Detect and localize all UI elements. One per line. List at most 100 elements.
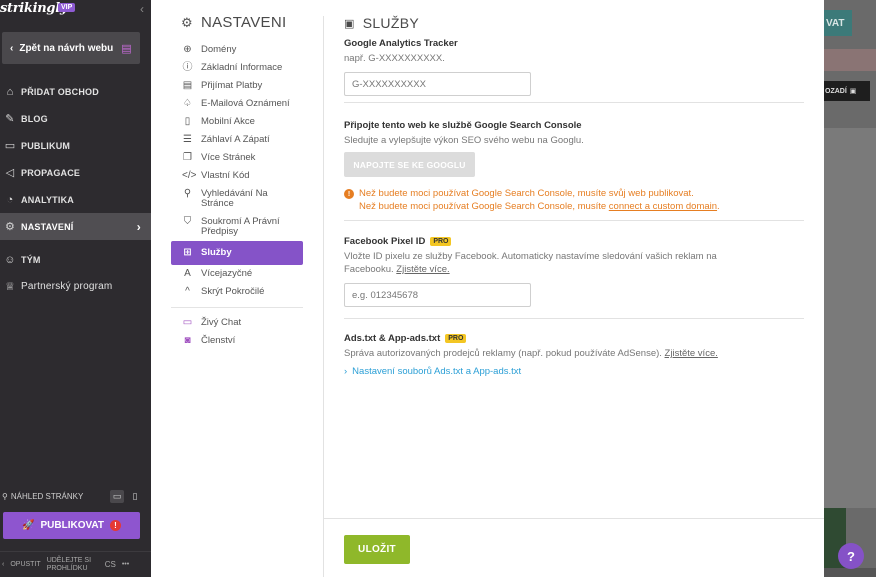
search-icon: ⚲ [183,188,192,199]
menu-item-live-chat[interactable]: ▭ Živý Chat [171,314,303,332]
nav-item-audience[interactable]: ▭ PUBLIKUM [0,132,151,159]
language-button[interactable]: CS [105,560,116,569]
menu-item-label: Základní Informace [201,62,283,73]
chevron-left-icon: ‹ [10,42,14,54]
menu-item-multilingual[interactable]: A Vícejazyčné [171,265,303,283]
menu-item-basic-info[interactable]: ⓘ Základní Informace [171,59,303,77]
gsc-label: Připojte tento web ke službě Google Sear… [344,120,582,131]
back-to-design-button[interactable]: ‹ Zpět na návrh webu ▤ [2,32,140,64]
exit-icon: ‹ [2,561,5,568]
menu-item-label: Vícejazyčné [201,268,253,279]
payment-icon: ▤ [182,80,193,91]
fb-learn-more-link[interactable]: Zjistěte více. [396,264,449,275]
publish-label: PUBLIKOVAT [40,520,104,531]
menu-item-custom-code[interactable]: </> Vlastní Kód [171,167,303,185]
nav-item-label: Partnerský program [21,281,113,292]
services-panel: ▣ SLUŽBY Google Analytics Tracker např. … [324,0,824,577]
page-preview-label[interactable]: NÁHLED STRÁNKY [11,492,83,501]
menu-item-hide-advanced[interactable]: ^ Skrýt Pokročilé [171,283,303,301]
vip-badge: VIP [58,3,76,12]
code-icon: </> [182,170,197,181]
nav-item-label: NASTAVENÍ [21,221,74,232]
gsc-warning: ! Než budete moci používat Google Search… [344,187,804,213]
pen-icon: ✎ [5,113,15,125]
gsc-warning-1: Než budete moci používat Google Search C… [359,188,694,199]
fb-pixel-section: Facebook Pixel ID PRO Vložte ID pixelu z… [344,236,804,307]
preview-strip [824,49,876,71]
save-button[interactable]: ULOŽIT [344,535,410,564]
gsc-warning-2: Než budete moci používat Google Search C… [359,201,720,212]
fb-pixel-input[interactable] [344,283,531,307]
publish-button[interactable]: 🚀 PUBLIKOVAT ! [3,512,140,539]
nav-item-analytics[interactable]: ◔ ANALYTIKA [0,186,151,213]
menu-item-label: Vyhledávání Na Stránce [201,188,268,209]
site-preview-background: VAT OZADÍ ▣ [824,0,876,577]
ads-txt-settings-link[interactable]: › Nastavení souborů Ads.txt a App-ads.tx… [344,366,804,377]
pie-chart-icon: ◔ [6,193,14,206]
document-icon: ▤ [121,42,132,55]
nav-item-store[interactable]: ⌂ PŘIDAT OBCHOD [0,78,151,105]
trophy-icon: ♕ [4,281,16,293]
nav-item-settings[interactable]: ⚙ NASTAVENÍ › [0,213,151,240]
menu-item-label: Více Stránek [201,152,256,163]
menu-item-label: Živý Chat [201,317,242,328]
header-footer-icon: ☰ [183,134,192,145]
connect-custom-domain-link[interactable]: connect a custom domain [609,201,717,212]
nav-item-promotion[interactable]: ◁ PROPAGACE [0,159,151,186]
grid-icon: ⊞ [183,247,192,258]
more-icon[interactable]: ••• [122,561,129,568]
menu-item-header-footer[interactable]: ☰ Záhlaví A Zápatí [171,131,303,149]
ads-txt-label: Ads.txt & App-ads.txt PRO [344,333,804,344]
menu-item-label: E-Mailová Oznámení [201,98,290,109]
menu-item-more-pages[interactable]: ❐ Více Stránek [171,149,303,167]
menu-item-membership[interactable]: ◙ Členství [171,332,303,350]
mobile-icon: ▯ [184,116,191,127]
pro-badge: PRO [445,334,467,343]
mobile-icon[interactable]: ▯ [128,490,142,503]
exit-button[interactable]: OPUSTIT [10,561,40,568]
nav-item-label: PŘIDAT OBCHOD [21,86,99,97]
page-preview-row: ⚲ NÁHLED STRÁNKY ▭ ▯ [2,488,142,504]
nav-item-partner[interactable]: ♕ Partnerský program [0,273,151,300]
warning-icon: ! [344,189,354,199]
nav-item-label: TÝM [21,254,41,265]
menu-item-site-search[interactable]: ⚲ Vyhledávání Na Stránce [171,185,303,213]
gear-icon: ⚙ [181,14,193,30]
menu-item-label: Záhlaví A Zápatí [201,134,270,145]
collapse-sidebar-icon[interactable]: ‹ [140,2,144,16]
services-icon: ▣ [344,17,355,30]
main-nav: ⌂ PŘIDAT OBCHOD ✎ BLOG ▭ PUBLIKUM ◁ PROP… [0,78,151,300]
bell-icon: ♤ [183,98,192,109]
settings-menu: ⚙ NASTAVENI ⊕ Domény ⓘ Základní Informace … [151,0,324,577]
menu-item-payments[interactable]: ▤ Přijímat Platby [171,77,303,95]
ads-learn-more-link[interactable]: Zjistěte více. [665,348,718,359]
menu-item-services[interactable]: ⊞ Služby [171,241,303,265]
menu-item-mobile-actions[interactable]: ▯ Mobilní Akce [171,113,303,131]
team-icon: ☺ [4,253,16,266]
ga-tracker-input[interactable] [344,72,531,96]
menu-item-privacy-legal[interactable]: ⛉ Soukromí A Právní Předpisy [171,213,303,241]
pages-icon: ❐ [183,152,192,163]
desktop-icon[interactable]: ▭ [110,489,124,503]
menu-item-label: Skrýt Pokročilé [201,286,265,297]
save-bar: ULOŽIT [324,518,824,577]
nav-item-blog[interactable]: ✎ BLOG [0,105,151,132]
settings-menu-list: ⊕ Domény ⓘ Základní Informace ▤ Přijímat Pl… [171,41,303,350]
ads-txt-description: Správa autorizovaných prodejců reklamy (… [344,348,718,359]
membership-icon: ◙ [184,335,191,346]
fb-pixel-description: Vložte ID pixelu ze služby Facebook. Aut… [344,251,717,275]
connect-google-button[interactable]: NAPOJTE SE KE GOOGLU [344,152,475,177]
nav-item-team[interactable]: ☺ TÝM [0,246,151,273]
nav-item-label: PROPAGACE [21,167,81,178]
menu-item-email-notifications[interactable]: ♤ E-Mailová Oznámení [171,95,303,113]
help-button[interactable]: ? [838,543,864,569]
menu-item-label: Domény [201,44,237,55]
image-icon: ▣ [849,88,857,95]
take-tour-button[interactable]: UDĚLEJTE SI PROHLÍDKU [47,557,99,573]
nav-item-label: ANALYTIKA [21,194,74,205]
chevron-right-icon: › [344,366,348,377]
menu-item-domains[interactable]: ⊕ Domény [171,41,303,59]
nav-item-label: BLOG [21,113,48,124]
info-icon: ⓘ [182,62,193,73]
menu-item-label: Přijímat Platby [201,80,263,91]
